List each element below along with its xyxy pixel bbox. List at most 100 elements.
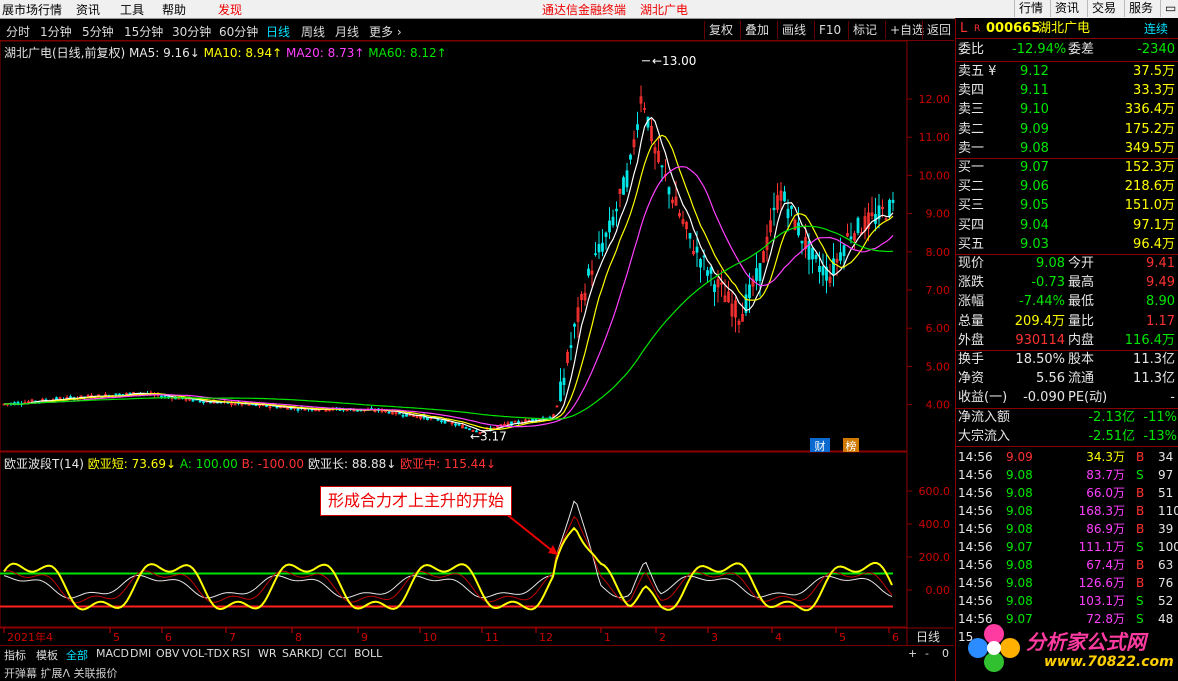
nav-service-button[interactable]: 服务 — [1124, 0, 1157, 17]
tick-volume: 34.3万 — [1086, 450, 1125, 464]
tick-volume: 126.6万 — [1078, 576, 1125, 590]
short-line-legend: 欧亚短: 73.69↓ — [87, 457, 177, 471]
candle-body — [713, 284, 716, 293]
tick-count: 100 — [1158, 540, 1178, 554]
indicator-tab[interactable]: VOL-TDX — [182, 647, 230, 660]
period-30min[interactable]: 30分钟 — [172, 23, 211, 40]
bid-row: 买四 9.04 97.1万 — [956, 217, 1178, 235]
tick-volume: 168.3万 — [1078, 504, 1125, 518]
ask-row-label: 卖四 — [958, 83, 985, 99]
fundamental-label: 股本 — [1068, 352, 1095, 367]
flow-value: -2.51亿 — [1088, 428, 1135, 444]
indicator-tab[interactable]: DMI — [130, 647, 151, 660]
candle-body — [748, 284, 751, 299]
candle-body — [832, 258, 835, 275]
indicator-pane-frame — [0, 451, 908, 628]
stat-value: 209.4万 — [1014, 313, 1065, 329]
indicator-tab[interactable]: 模板 — [36, 647, 58, 663]
candle-body — [888, 199, 891, 217]
tick-time: 14:56 — [958, 522, 993, 536]
indicator-tab[interactable]: RSI — [232, 647, 250, 660]
indicator-tab[interactable]: BOLL — [354, 647, 382, 660]
price-tick-label: 8.00 — [926, 246, 951, 259]
date-tick-label: 5 — [113, 631, 120, 644]
ask-row: 卖二 9.09 175.2万 — [956, 121, 1178, 139]
period-15min[interactable]: 15分钟 — [124, 23, 163, 40]
weibi-value: -12.94% — [1012, 42, 1067, 57]
period-tick[interactable]: 分时 — [6, 23, 30, 40]
candle-body — [562, 377, 566, 386]
rank-badge[interactable]: 榜 — [843, 438, 859, 453]
indicator-tab[interactable]: SAR — [282, 647, 304, 660]
indicator-tab[interactable]: 全部 — [66, 647, 88, 663]
tick-volume: 66.0万 — [1086, 486, 1125, 500]
period-60min[interactable]: 60分钟 — [219, 23, 258, 40]
period-weekly[interactable]: 周线 — [301, 23, 325, 40]
indicator-tab[interactable]: CCI — [328, 647, 347, 660]
zoom-control[interactable]: - — [925, 647, 929, 660]
nav-trade-button[interactable]: 交易 — [1087, 0, 1120, 17]
stat-label: 外盘 — [958, 332, 985, 348]
menu-market[interactable]: 展市场行情 — [2, 1, 62, 18]
indicator-tab[interactable]: 指标 — [4, 647, 26, 663]
tick-row: 14:56 9.08 66.0万 B 51 — [956, 484, 1178, 502]
annotation-arrow — [504, 512, 556, 554]
menu-help[interactable]: 帮助 — [162, 1, 186, 18]
finance-badge[interactable]: 财 — [810, 438, 830, 453]
stock-tag[interactable]: 连续 — [1144, 20, 1168, 38]
chart-canvas[interactable]: 12.0011.0010.009.008.007.006.005.004.006… — [0, 41, 954, 645]
menu-discover[interactable]: 发现 — [218, 1, 242, 18]
period-5min[interactable]: 5分钟 — [82, 23, 114, 40]
minimize-icon[interactable]: ▭ — [1160, 0, 1178, 17]
quote-r-flag: R — [974, 24, 981, 34]
ask-row-price: 9.10 — [1020, 102, 1049, 118]
back-button[interactable]: 返回 — [922, 21, 951, 39]
ask-row-volume: 349.5万 — [1124, 140, 1175, 156]
indicator-tab[interactable]: KDJ — [304, 647, 323, 660]
mark-button[interactable]: 标记 — [848, 21, 877, 39]
chart-area[interactable]: 12.00 11.00 10.00 9.00 8.00 7.00 6.00 5.00 4.00 6… — [0, 41, 954, 645]
period-1min[interactable]: 1分钟 — [40, 23, 72, 40]
zoom-control[interactable]: 0 — [942, 647, 949, 660]
candle-body — [401, 414, 405, 417]
candle-body — [849, 236, 853, 240]
menu-tools[interactable]: 工具 — [120, 1, 144, 18]
tick-count: 39 — [1158, 522, 1174, 536]
bottom-extra-text[interactable]: 开弹幕 扩展Λ 关联报价 — [4, 665, 118, 681]
flower-logo-icon — [968, 624, 1020, 672]
period-daily[interactable]: 日线 — [266, 23, 290, 40]
indicator-tab[interactable]: OBV — [156, 647, 179, 660]
stat-value: 8.90 — [1146, 294, 1175, 310]
date-tick-label: 12 — [539, 631, 553, 644]
zoom-control[interactable]: + — [908, 647, 917, 660]
bid-row-price: 9.05 — [1020, 198, 1049, 214]
candle-body — [811, 247, 814, 260]
indicator-tab[interactable]: WR — [258, 647, 277, 660]
tick-count: 76 — [1158, 576, 1174, 590]
candle-body — [814, 255, 818, 260]
draw-line-button[interactable]: 画线 — [777, 21, 806, 39]
candle-body — [772, 207, 776, 211]
adjust-button[interactable]: 复权 — [704, 21, 733, 39]
nav-quotes-button[interactable]: 行情 — [1014, 0, 1047, 17]
period-more[interactable]: 更多 › — [369, 23, 402, 40]
indicator-tab[interactable]: MACD — [96, 647, 129, 660]
candle-body — [839, 252, 842, 261]
candle-body — [597, 244, 601, 253]
main-pane-frame — [0, 41, 908, 452]
nav-news-button[interactable]: 资讯 — [1050, 0, 1083, 17]
candle-body — [622, 177, 625, 195]
period-monthly[interactable]: 月线 — [335, 23, 359, 40]
stat-value: -0.73 — [1031, 275, 1065, 291]
candle-body — [559, 381, 562, 402]
f10-button[interactable]: F10 — [814, 21, 841, 39]
menu-news[interactable]: 资讯 — [76, 1, 100, 18]
date-tick-label: 11 — [485, 631, 499, 644]
tick-volume: 111.1万 — [1078, 540, 1125, 554]
fundamental-row: 收益(一) -0.090 PE(动) - — [956, 389, 1178, 407]
quote-sep — [956, 38, 1178, 39]
add-watchlist-button[interactable]: +自选 — [885, 21, 924, 39]
ask-row: 卖四 9.11 33.3万 — [956, 82, 1178, 100]
overlay-button[interactable]: 叠加 — [740, 21, 769, 39]
candle-body — [856, 217, 860, 234]
